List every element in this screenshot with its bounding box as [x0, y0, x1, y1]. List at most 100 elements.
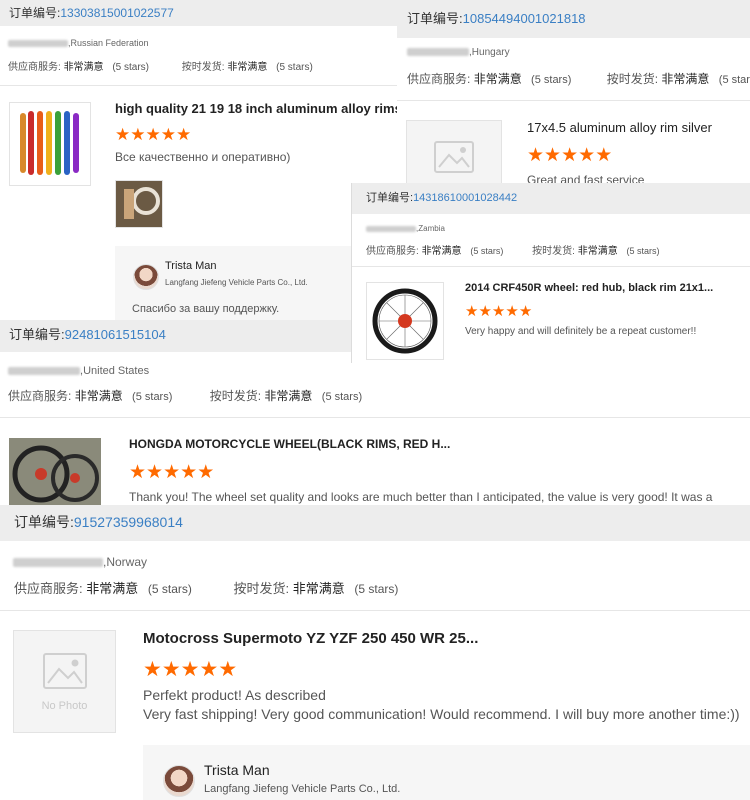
review-card-1: 订单编号:13303815001022577 ,Russian Federati… — [0, 0, 400, 330]
buyer-name-blurred — [8, 40, 68, 48]
rating-stars: ★★★★★ — [465, 302, 532, 320]
star-icon: ★ — [197, 462, 215, 483]
shipping-value: 非常满意 — [227, 62, 268, 73]
divider — [0, 610, 750, 611]
star-icon: ★ — [505, 303, 519, 320]
supplier-service-label: 供应商服务: — [14, 581, 83, 596]
buyer-name-blurred — [8, 367, 80, 376]
star-icon: ★ — [180, 462, 198, 483]
product-title-link[interactable]: 2014 CRF450R wheel: red hub, black rim 2… — [465, 282, 745, 294]
star-icon: ★ — [595, 145, 613, 166]
star-icon: ★ — [145, 125, 161, 144]
buyer-country: Norway — [106, 555, 148, 569]
star-icon: ★ — [143, 658, 162, 681]
star-icon: ★ — [465, 303, 479, 320]
order-number-link[interactable]: 10854494001021818 — [463, 11, 586, 26]
star-icon: ★ — [129, 462, 147, 483]
buyer-location: ,Zambia — [366, 224, 445, 233]
buyer-name-blurred — [366, 225, 416, 232]
divider — [0, 85, 400, 86]
review-comment: Very happy and will definitely be a repe… — [465, 326, 697, 337]
product-thumbnail-placeholder[interactable] — [406, 120, 502, 190]
shipping-stars: (5 stars) — [354, 582, 399, 596]
product-title-link[interactable]: Motocross Supermoto YZ YZF 250 450 WR 25… — [143, 630, 743, 647]
shipping-value: 非常满意 — [577, 246, 618, 257]
seller-reply: Trista Man Langfang Jiefeng Vehicle Part… — [143, 745, 750, 800]
seller-company: Langfang Jiefeng Vehicle Parts Co., Ltd. — [165, 278, 308, 287]
star-icon: ★ — [199, 658, 219, 681]
star-icon: ★ — [578, 145, 596, 166]
supplier-service-value: 非常满意 — [74, 389, 123, 403]
buyer-country: Zambia — [418, 224, 445, 233]
product-thumbnail[interactable] — [366, 282, 444, 360]
supplier-service-label: 供应商服务: — [366, 246, 419, 257]
shipping-label: 按时发货: — [181, 62, 225, 73]
image-placeholder-icon — [42, 653, 87, 689]
order-label: 订单编号: — [407, 11, 463, 26]
star-icon: ★ — [163, 462, 181, 483]
supplier-service-label: 供应商服务: — [8, 62, 61, 73]
supplier-service-label: 供应商服务: — [407, 72, 471, 86]
order-header: 订单编号:14318610001028442 — [352, 183, 750, 214]
shipping-label: 按时发货: — [532, 246, 575, 257]
order-number-link[interactable]: 13303815001022577 — [60, 6, 173, 20]
product-title-link[interactable]: 17x4.5 aluminum alloy rim silver — [527, 120, 747, 135]
star-icon: ★ — [115, 125, 131, 144]
order-header: 订单编号:91527359968014 — [0, 505, 750, 541]
rating-stars: ★★★★★ — [527, 144, 612, 167]
order-label: 订单编号: — [14, 514, 74, 530]
supplier-service-stars: (5 stars) — [112, 62, 150, 73]
supplier-service-label: 供应商服务: — [8, 389, 72, 403]
review-comment-line-2: Very fast shipping! Very good communicat… — [143, 706, 740, 722]
star-icon: ★ — [527, 145, 545, 166]
star-icon: ★ — [146, 462, 164, 483]
divider — [352, 266, 750, 267]
supplier-service-stars: (5 stars) — [132, 391, 173, 403]
buyer-location: ,Norway — [13, 555, 147, 569]
seller-ratings: 供应商服务: 非常满意 (5 stars) 按时发货: 非常满意 (5 star… — [8, 387, 362, 404]
buyer-location: ,Hungary — [407, 47, 510, 58]
seller-reply-text: Спасибо за вашу поддержку. — [132, 303, 280, 315]
review-card-5: 订单编号:91527359968014 ,Norway 供应商服务: 非常满意 … — [0, 505, 750, 800]
shipping-label: 按时发货: — [209, 389, 262, 403]
seller-company: Langfang Jiefeng Vehicle Parts Co., Ltd. — [204, 783, 401, 795]
image-placeholder-icon — [434, 141, 474, 173]
buyer-location: ,Russian Federation — [8, 38, 149, 48]
supplier-service-stars: (5 stars) — [531, 74, 572, 86]
product-thumbnail-placeholder[interactable]: No Photo — [13, 630, 116, 733]
star-icon: ★ — [160, 125, 176, 144]
buyer-location: ,United States — [8, 365, 149, 377]
rating-stars: ★★★★★ — [143, 657, 237, 682]
order-label: 订单编号: — [9, 327, 65, 342]
divider — [0, 417, 750, 418]
rating-stars: ★★★★★ — [115, 125, 191, 145]
order-number-link[interactable]: 92481061515104 — [65, 327, 166, 342]
supplier-service-value: 非常满意 — [421, 246, 462, 257]
supplier-service-stars: (5 stars) — [470, 246, 504, 256]
seller-avatar — [163, 765, 195, 797]
order-header: 订单编号:13303815001022577 — [0, 0, 400, 26]
shipping-value: 非常满意 — [264, 389, 313, 403]
product-thumbnail[interactable] — [9, 102, 91, 186]
seller-ratings: 供应商服务: 非常满意 (5 stars) 按时发货: 非常满意 (5 star… — [8, 58, 313, 73]
supplier-service-value: 非常满意 — [63, 62, 104, 73]
buyer-country: Hungary — [471, 47, 510, 58]
star-icon: ★ — [130, 125, 146, 144]
star-icon: ★ — [176, 125, 192, 144]
shipping-value: 非常满意 — [292, 581, 345, 596]
order-number-link[interactable]: 91527359968014 — [74, 514, 183, 530]
shipping-value: 非常满意 — [661, 72, 710, 86]
supplier-service-value: 非常满意 — [473, 72, 522, 86]
seller-avatar — [133, 264, 159, 290]
product-thumbnail[interactable] — [9, 438, 101, 510]
seller-name: Trista Man — [204, 762, 270, 778]
review-photo[interactable] — [115, 180, 163, 228]
star-icon: ★ — [180, 658, 200, 681]
divider — [397, 100, 750, 101]
star-icon: ★ — [478, 303, 492, 320]
shipping-stars: (5 stars) — [276, 62, 313, 73]
review-card-3: 订单编号:14318610001028442 ,Zambia 供应商服务: 非常… — [352, 183, 750, 363]
product-title-link[interactable]: high quality 21 19 18 inch aluminum allo… — [115, 101, 400, 116]
product-title-link[interactable]: HONGDA MOTORCYCLE WHEEL(BLACK RIMS, RED … — [129, 437, 729, 451]
order-number-link[interactable]: 14318610001028442 — [413, 192, 517, 204]
